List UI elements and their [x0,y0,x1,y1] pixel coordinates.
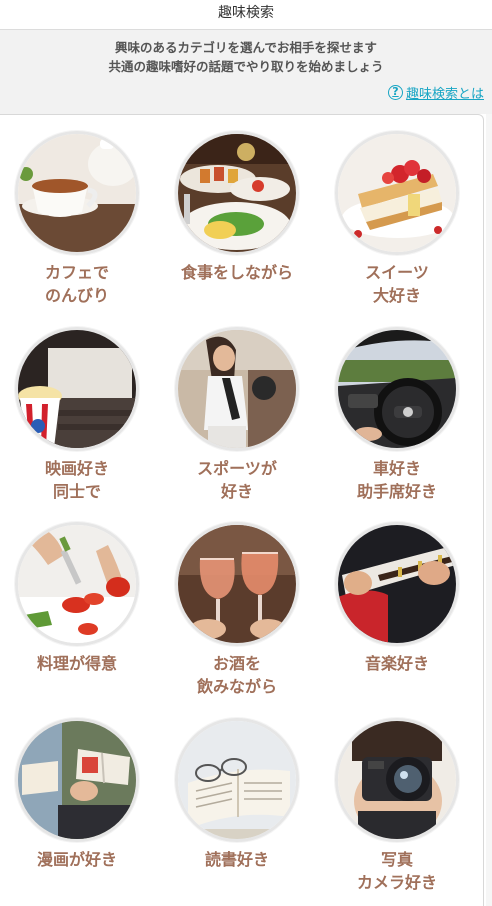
category-music[interactable]: 音楽好き [322,522,472,712]
hobby-search-help-link[interactable]: ? 趣味検索とは [387,83,484,102]
category-label: 映画好き 同士で [44,459,109,501]
intro-text-1: 興味のあるカテゴリを選んでお相手を探せます [115,40,377,55]
camera-photographer-photo [335,718,459,842]
wine-glasses-photo [175,522,299,646]
category-cars[interactable]: 車好き 助手席好き [322,327,472,517]
category-cooking[interactable]: 料理が得意 [2,522,152,712]
help-link-text: 趣味検索とは [405,87,484,102]
category-label: 車好き 助手席好き [356,459,437,501]
page-header: 趣味検索 [0,0,492,30]
intro-text-2: 共通の趣味嗜好の話題でやり取りを始めましょう [108,59,384,74]
reading-manga-photo [15,718,139,842]
tea-cup-photo [15,131,139,255]
woman-with-ball-photo [175,327,299,451]
dinner-plates-photo [175,131,299,255]
scrollbar[interactable] [486,114,492,906]
car-steering-wheel-photo [335,327,459,451]
open-book-glasses-photo [175,718,299,842]
category-label: 漫画が好き [36,850,117,869]
category-label: 写真 カメラ好き [356,850,437,892]
intro-box: 興味のあるカテゴリを選んでお相手を探せます 共通の趣味嗜好の話題でやり取りを始め… [0,30,492,114]
category-label: スイーツ 大好き [365,263,429,305]
category-sweets[interactable]: スイーツ 大好き [322,131,472,321]
category-drinks[interactable]: お酒を 飲みながら [162,522,312,712]
category-manga[interactable]: 漫画が好き [2,718,152,906]
category-dining[interactable]: 食事をしながら [162,131,312,321]
cinema-popcorn-photo [15,327,139,451]
category-photography[interactable]: 写真 カメラ好き [322,718,472,906]
category-label: 料理が得意 [36,654,117,673]
category-label: お酒を 飲みながら [196,654,277,696]
question-circle-icon: ? [387,85,403,100]
category-label: スポーツが 好き [197,459,277,501]
electric-guitar-photo [335,522,459,646]
category-reading[interactable]: 読書好き [162,718,312,906]
page-title: 趣味検索 [218,5,274,21]
category-cafe[interactable]: カフェで のんびり [2,131,152,321]
category-label: 読書好き [204,850,269,869]
category-label: 音楽好き [364,654,429,673]
category-label: 食事をしながら [180,263,293,282]
category-sports[interactable]: スポーツが 好き [162,327,312,517]
strawberry-pastry-photo [335,131,459,255]
category-movies[interactable]: 映画好き 同士で [2,327,152,517]
chopping-peppers-photo [15,522,139,646]
category-label: カフェで のんびり [44,263,109,305]
